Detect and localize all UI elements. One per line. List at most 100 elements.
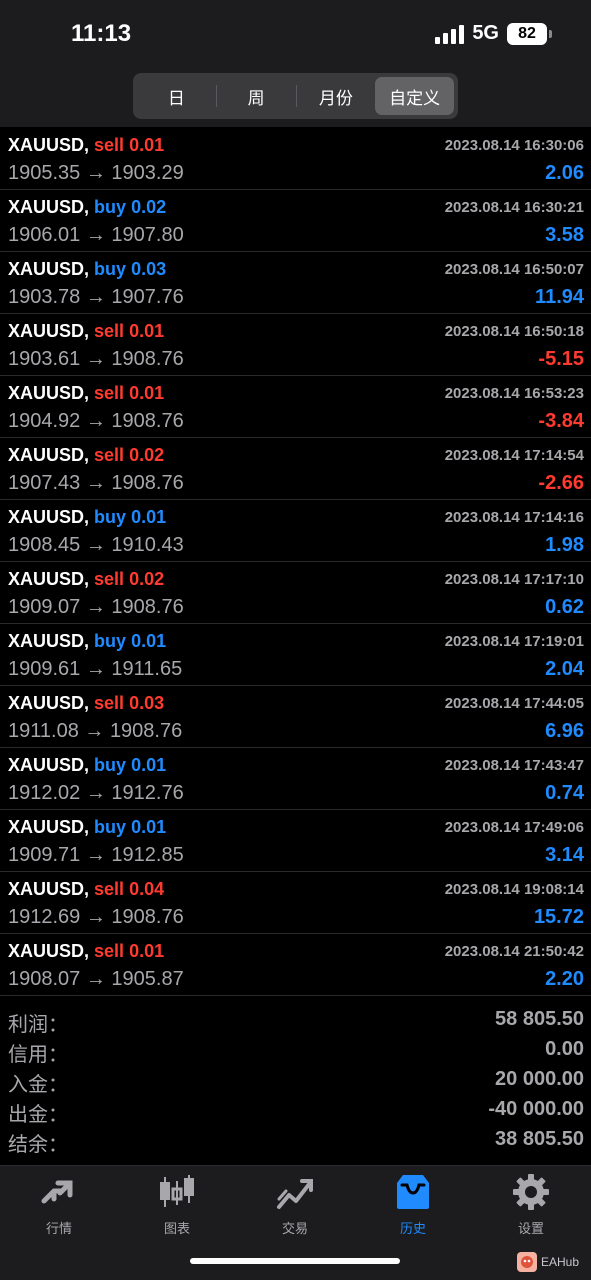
trade-profit: 3.14 <box>545 844 584 866</box>
tab-quotes[interactable]: 行情 <box>9 1172 109 1242</box>
account-summary: 利润： 58 805.50 信用： 0.00 入金： 20 000.00 出金： -40 00… <box>0 1008 591 1158</box>
trade-profit: 6.96 <box>545 720 584 742</box>
summary-row: 信用： 0.00 <box>0 1038 591 1068</box>
symbol-text: XAUUSD, <box>8 755 90 775</box>
trade-profit: -2.66 <box>538 472 584 494</box>
trade-side: buy <box>94 755 127 775</box>
segment-day-label: 日 <box>167 88 185 108</box>
trade-symbol: XAUUSD, buy 0.01 <box>8 755 166 776</box>
trade-time: 2023.08.14 17:14:54 <box>444 447 584 464</box>
tab-chart[interactable]: 图表 <box>127 1172 227 1242</box>
open-price: 1909.61 <box>8 658 81 680</box>
trade-row[interactable]: XAUUSD, sell 0.01 2023.08.14 16:53:23 1904… <box>0 376 591 438</box>
summary-row: 利润： 58 805.50 <box>0 1008 591 1038</box>
symbol-text: XAUUSD, <box>8 445 90 465</box>
trade-symbol: XAUUSD, buy 0.02 <box>8 197 166 218</box>
segment-custom-label: 自定义 <box>389 88 441 108</box>
trade-row[interactable]: XAUUSD, sell 0.01 2023.08.14 16:30:06 1905… <box>0 128 591 190</box>
tab-trade-label: 交易 <box>281 1221 308 1236</box>
trade-volume: 0.01 <box>129 941 165 961</box>
arrow-icon: → <box>85 906 106 928</box>
open-price: 1912.69 <box>8 906 81 928</box>
trade-time: 2023.08.14 19:08:14 <box>444 881 584 898</box>
trade-row[interactable]: XAUUSD, sell 0.03 2023.08.14 17:44:05 1911… <box>0 686 591 748</box>
trade-side: buy <box>94 817 127 837</box>
trade-side: sell <box>94 879 125 899</box>
summary-label: 利润： <box>8 1014 68 1036</box>
trade-volume: 0.03 <box>129 693 165 713</box>
summary-label: 信用： <box>8 1044 68 1066</box>
trade-symbol: XAUUSD, sell 0.02 <box>8 569 164 590</box>
trade-row[interactable]: XAUUSD, buy 0.01 2023.08.14 17:19:01 1909.… <box>0 624 591 686</box>
arrow-icon: → <box>85 410 106 432</box>
arrow-icon: → <box>85 782 106 804</box>
trade-profit: 2.20 <box>545 968 584 990</box>
open-price: 1909.71 <box>8 844 81 866</box>
trade-row[interactable]: XAUUSD, buy 0.03 2023.08.14 16:50:07 1903.… <box>0 252 591 314</box>
trade-row[interactable]: XAUUSD, buy 0.01 2023.08.14 17:43:47 1912.… <box>0 748 591 810</box>
symbol-text: XAUUSD, <box>8 879 90 899</box>
summary-value: 58 805.50 <box>495 1008 584 1030</box>
trade-side: sell <box>94 321 125 341</box>
trade-time: 2023.08.14 17:44:05 <box>444 695 584 712</box>
symbol-text: XAUUSD, <box>8 321 90 341</box>
trade-prices: 1909.07 → 1908.76 <box>8 596 184 619</box>
home-indicator[interactable] <box>190 1258 400 1264</box>
trade-side: buy <box>94 259 127 279</box>
trade-symbol: XAUUSD, sell 0.01 <box>8 941 164 962</box>
eahub-logo-icon <box>516 1252 537 1272</box>
trade-side: sell <box>94 941 125 961</box>
trade-profit: 1.98 <box>545 534 584 556</box>
trade-profit: 2.04 <box>545 658 584 680</box>
trade-side: sell <box>94 445 125 465</box>
trade-row[interactable]: XAUUSD, buy 0.01 2023.08.14 17:14:16 1908.… <box>0 500 591 562</box>
symbol-text: XAUUSD, <box>8 817 90 837</box>
symbol-text: XAUUSD, <box>8 197 90 217</box>
trade-prices: 1904.92 → 1908.76 <box>8 410 184 433</box>
open-price: 1908.07 <box>8 968 81 990</box>
trade-symbol: XAUUSD, sell 0.04 <box>8 879 164 900</box>
trade-row[interactable]: XAUUSD, buy 0.01 2023.08.14 17:49:06 1909.… <box>0 810 591 872</box>
segment-custom[interactable]: 自定义 <box>375 77 454 115</box>
summary-value: 0.00 <box>545 1038 584 1060</box>
summary-value: -40 000.00 <box>488 1098 584 1120</box>
symbol-text: XAUUSD, <box>8 259 90 279</box>
trade-prices: 1912.02 → 1912.76 <box>8 782 184 805</box>
history-icon <box>393 1172 433 1212</box>
trade-prices: 1905.35 → 1903.29 <box>8 162 184 185</box>
network-type: 5G <box>472 22 499 44</box>
trade-prices: 1908.45 → 1910.43 <box>8 534 184 557</box>
symbol-text: XAUUSD, <box>8 631 90 651</box>
trade-side: sell <box>94 569 125 589</box>
trade-row[interactable]: XAUUSD, sell 0.02 2023.08.14 17:14:54 1907… <box>0 438 591 500</box>
arrow-icon: → <box>85 658 106 680</box>
trade-side: buy <box>94 507 127 527</box>
trade-row[interactable]: XAUUSD, sell 0.02 2023.08.14 17:17:10 1909… <box>0 562 591 624</box>
segment-week[interactable]: 周 <box>217 77 296 115</box>
trade-row[interactable]: XAUUSD, buy 0.02 2023.08.14 16:30:21 1906.… <box>0 190 591 252</box>
trade-prices: 1909.61 → 1911.65 <box>8 658 182 681</box>
summary-value: 20 000.00 <box>495 1068 584 1090</box>
trade-volume: 0.02 <box>131 197 167 217</box>
trade-row[interactable]: XAUUSD, sell 0.01 2023.08.14 21:50:42 1908… <box>0 934 591 996</box>
trade-row[interactable]: XAUUSD, sell 0.04 2023.08.14 19:08:14 1912… <box>0 872 591 934</box>
trade-prices: 1903.61 → 1908.76 <box>8 348 184 371</box>
trade-time: 2023.08.14 17:17:10 <box>444 571 584 588</box>
trade-side: sell <box>94 383 125 403</box>
status-time: 11:13 <box>71 20 132 47</box>
trade-time: 2023.08.14 16:50:18 <box>444 323 584 340</box>
tab-settings[interactable]: 设置 <box>481 1172 581 1242</box>
trade-profit: 2.06 <box>545 162 584 184</box>
segment-month[interactable]: 月份 <box>297 77 376 115</box>
segment-day[interactable]: 日 <box>137 77 216 115</box>
trade-volume: 0.01 <box>129 135 165 155</box>
trade-profit: 15.72 <box>533 906 584 928</box>
tab-trade[interactable]: 交易 <box>245 1172 345 1242</box>
trade-row[interactable]: XAUUSD, sell 0.01 2023.08.14 16:50:18 1903… <box>0 314 591 376</box>
tab-history-label: 历史 <box>399 1221 426 1236</box>
trade-symbol: XAUUSD, buy 0.03 <box>8 259 166 280</box>
tab-history[interactable]: 历史 <box>363 1172 463 1242</box>
symbol-text: XAUUSD, <box>8 941 90 961</box>
close-price: 1908.76 <box>111 472 184 494</box>
close-price: 1907.80 <box>111 224 184 246</box>
